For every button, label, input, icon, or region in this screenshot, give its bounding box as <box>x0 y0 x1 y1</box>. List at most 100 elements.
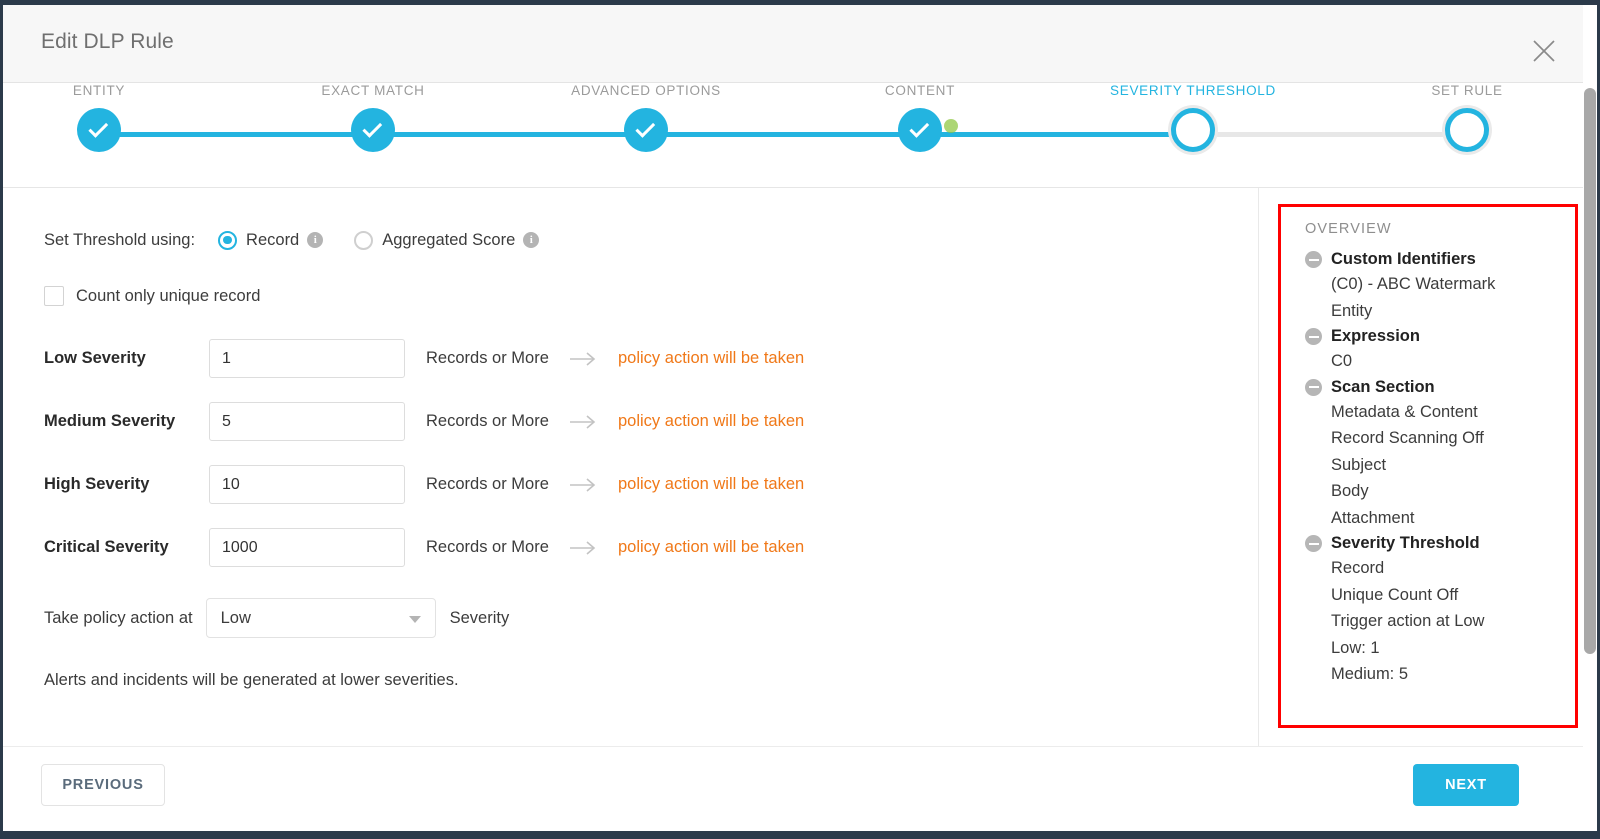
dialog-body: Set Threshold using: Record i Aggregated… <box>3 188 1597 746</box>
overview-group-header[interactable]: Severity Threshold <box>1305 534 1575 553</box>
overview-group-header[interactable]: Scan Section <box>1305 378 1575 397</box>
overview-group-title: Expression <box>1331 327 1420 345</box>
severity-unit: Records or More <box>426 538 549 556</box>
arrow-right-icon <box>570 540 600 556</box>
overview-item: Metadata & Content <box>1331 402 1478 421</box>
wizard-stepper: ENTITY EXACT MATCH ADVANCED OPTIONS CONT… <box>3 83 1597 188</box>
radio-record-indicator <box>218 230 238 250</box>
overview-item: Attachment <box>1331 508 1415 527</box>
chevron-down-icon <box>408 616 421 623</box>
severity-label: Critical Severity <box>44 538 169 556</box>
step-label: CONTENT <box>884 83 956 98</box>
overview-item: Body <box>1331 482 1369 500</box>
overview-item: Low: 1 <box>1331 638 1380 657</box>
overview-item: Subject <box>1331 455 1387 474</box>
next-button[interactable]: NEXT <box>1413 764 1519 806</box>
severity-input-critical[interactable] <box>209 528 405 567</box>
step-content[interactable]: CONTENT <box>820 83 1020 152</box>
severity-input-medium[interactable] <box>209 402 405 441</box>
step-label: EXACT MATCH <box>321 83 425 98</box>
overview-group-header[interactable]: Expression <box>1305 327 1575 346</box>
severity-action-text: policy action will be taken <box>618 412 805 430</box>
vertical-scrollbar-thumb[interactable] <box>1584 88 1596 654</box>
severity-unit: Records or More <box>426 475 549 493</box>
radio-record-label: Record <box>246 230 300 249</box>
window-chrome-bottom <box>0 831 1600 839</box>
step-label: SEVERITY THRESHOLD <box>1110 83 1276 98</box>
overview-group-custom-identifiers: Custom Identifiers (C0) - ABC Watermark … <box>1305 250 1575 324</box>
step-severity-threshold[interactable]: SEVERITY THRESHOLD <box>1093 83 1293 152</box>
overview-item: Record Scanning Off <box>1331 429 1484 447</box>
policy-action-row: Take policy action at Low Severity <box>44 598 1258 638</box>
severity-note-text: Alerts and incidents will be generated a… <box>44 671 459 689</box>
dlp-rule-dialog-window: Edit DLP Rule ENTITY EXACT MATCH ADVANCE… <box>0 0 1600 839</box>
page-title: Edit DLP Rule <box>41 30 174 53</box>
radio-aggregated-indicator <box>354 230 374 250</box>
overview-title: OVERVIEW <box>1305 221 1392 237</box>
overview-item: Unique Count Off <box>1331 585 1459 604</box>
severity-row-critical: Critical Severity Records or More policy… <box>44 528 1258 567</box>
unique-record-checkbox-row[interactable]: Count only unique record <box>44 286 304 306</box>
overview-group-scan-section: Scan Section Metadata & Content Record S… <box>1305 378 1575 532</box>
step-set-rule[interactable]: SET RULE <box>1367 83 1567 152</box>
overview-item: Entity <box>1331 301 1373 320</box>
dialog-footer: PREVIOUS NEXT <box>3 746 1597 831</box>
severity-threshold-form: Set Threshold using: Record i Aggregated… <box>3 188 1258 746</box>
dialog-surface: Edit DLP Rule ENTITY EXACT MATCH ADVANCE… <box>3 5 1597 831</box>
severity-row-high: High Severity Records or More policy act… <box>44 465 1258 504</box>
overview-item: Trigger action at Low <box>1331 612 1485 630</box>
threshold-mode-row: Set Threshold using: Record i Aggregated… <box>44 226 1258 254</box>
step-node-done <box>624 108 668 152</box>
arrow-right-icon <box>570 414 600 430</box>
severity-label: Low Severity <box>44 349 146 367</box>
overview-item: Record <box>1331 559 1385 577</box>
step-label: ADVANCED OPTIONS <box>571 83 721 98</box>
overview-group-header[interactable]: Custom Identifiers <box>1305 250 1575 269</box>
severity-input-high[interactable] <box>209 465 405 504</box>
arrow-right-icon <box>570 351 600 367</box>
overview-item: Medium: 5 <box>1331 665 1409 683</box>
severity-action-text: policy action will be taken <box>618 475 805 493</box>
severity-action-text: policy action will be taken <box>618 538 805 556</box>
info-icon[interactable]: i <box>307 232 324 248</box>
severity-row-low: Low Severity Records or More policy acti… <box>44 339 1258 378</box>
collapse-minus-icon[interactable] <box>1305 328 1322 345</box>
step-node-upcoming <box>1445 108 1489 152</box>
step-node-done <box>351 108 395 152</box>
severity-label: High Severity <box>44 475 150 493</box>
policy-severity-selected-value: Low <box>220 608 251 627</box>
severity-label: Medium Severity <box>44 412 176 430</box>
checkbox-unique-record-label: Count only unique record <box>76 286 261 305</box>
radio-option-record[interactable]: Record i <box>218 230 324 250</box>
overview-item: (C0) - ABC Watermark <box>1331 275 1496 293</box>
status-dot-icon <box>944 119 958 133</box>
checkbox-unique-record[interactable] <box>44 286 64 306</box>
severity-unit: Records or More <box>426 412 549 430</box>
arrow-right-icon <box>570 477 600 493</box>
dialog-header: Edit DLP Rule <box>3 5 1597 83</box>
severity-input-low[interactable] <box>209 339 405 378</box>
close-icon[interactable] <box>1531 38 1557 64</box>
collapse-minus-icon[interactable] <box>1305 378 1322 396</box>
collapse-minus-icon[interactable] <box>1305 535 1322 552</box>
previous-button[interactable]: PREVIOUS <box>41 764 165 806</box>
radio-option-aggregated-score[interactable]: Aggregated Score i <box>354 230 540 250</box>
step-label: SET RULE <box>1431 83 1503 98</box>
overview-group-expression: Expression C0 <box>1305 327 1575 375</box>
step-node-done <box>77 108 121 152</box>
overview-panel: OVERVIEW Custom Identifiers (C0) - ABC W… <box>1278 204 1578 728</box>
step-entity[interactable]: ENTITY <box>3 83 199 152</box>
step-exact-match[interactable]: EXACT MATCH <box>273 83 473 152</box>
policy-severity-select[interactable]: Low <box>205 598 436 638</box>
severity-unit: Records or More <box>426 349 549 367</box>
overview-group-title: Custom Identifiers <box>1331 250 1476 268</box>
overview-group-severity-threshold: Severity Threshold Record Unique Count O… <box>1305 534 1575 688</box>
overview-item: C0 <box>1331 352 1353 370</box>
overview-group-title: Scan Section <box>1331 377 1435 396</box>
info-icon[interactable]: i <box>523 232 540 248</box>
severity-action-text: policy action will be taken <box>618 349 805 367</box>
collapse-minus-icon[interactable] <box>1305 251 1322 268</box>
step-advanced-options[interactable]: ADVANCED OPTIONS <box>546 83 746 152</box>
policy-action-prefix-label: Take policy action at <box>44 608 193 627</box>
threshold-mode-label: Set Threshold using: <box>44 230 196 249</box>
